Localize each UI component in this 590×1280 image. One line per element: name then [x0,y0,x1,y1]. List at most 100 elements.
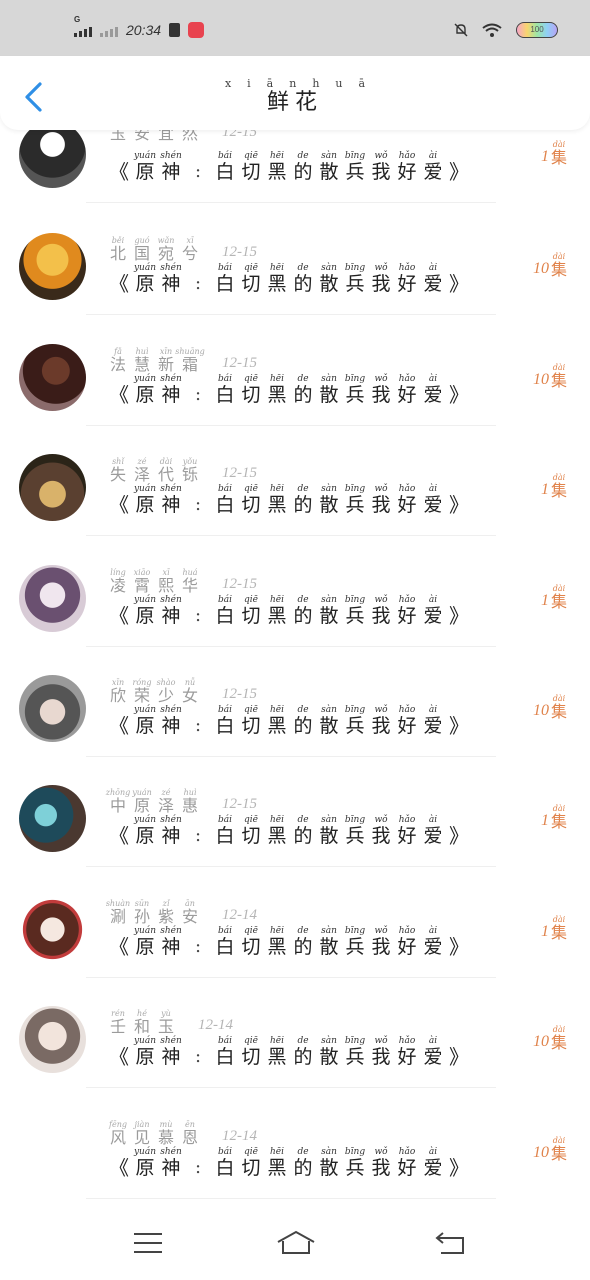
user-name: shuàn 涮 sūn 孙 zǐ 紫 ān 安 12-14 [106,899,257,926]
ruby-char: hǎo 好 [394,485,420,517]
divider [86,866,496,868]
avatar[interactable] [19,785,86,853]
episode-title: 《 yuán 原 shén 神: bái 白 qiē 切 hēi 黑 de 的 sàn 散 bīng 兵 wǒ 我 h… [106,705,472,738]
home-icon[interactable] [276,1229,316,1257]
ruby-char: qiē 切 [238,485,264,517]
open-quote: 《 [109,934,129,959]
ruby-char: dài 集 [550,584,568,611]
hanzi: 泽 [157,796,174,816]
hanzi: 霄 [133,575,150,595]
hanzi: 黑 [267,715,287,737]
pinyin: de [297,815,309,826]
pinyin: shén [160,1036,182,1047]
hanzi: 散 [319,1156,339,1179]
avatar[interactable] [19,1006,86,1074]
ruby-char: hēi 黑 [264,152,290,184]
hanzi: 白 [215,494,235,517]
ruby-char: wǒ 我 [368,925,394,958]
pinyin: bái [217,1146,232,1157]
hanzi: 兵 [345,1156,365,1179]
list-item[interactable]: fǎ 法 huì 慧 xīn 新 shuāng 霜 12-15 《 yuán 原 shén 神: bái 白 q… [0,339,590,449]
hanzi: 孙 [133,906,150,926]
close-quote: 》 [449,272,469,297]
list-item[interactable]: 玉安宜然 12-15 《 yuán 原 shén 神: bái 白 qiē 切 hēi 黑 de 的 sàn 散… [0,118,590,226]
ruby-char: dài 集 [550,140,568,167]
avatar[interactable] [19,564,86,632]
ruby-char: shén 神 [158,926,184,958]
episode-count: 1 dài 集 [541,140,568,167]
ruby-char: huì 惠 [178,788,202,815]
hanzi: 玉 [157,1017,174,1037]
status-bar: G 20:34 100 [0,0,590,62]
episode-list[interactable]: 玉安宜然 12-15 《 yuán 原 shén 神: bái 白 qiē 切 hēi 黑 de 的 sàn 散… [0,118,590,1204]
avatar[interactable] [19,121,86,188]
hanzi: 好 [397,1156,417,1179]
list-item[interactable]: zhōng 中 yuán 原 zé 泽 huì 惠 12-15 《 yuán 原 shén 神: bái 白 q… [0,780,590,890]
hanzi: 的 [293,715,313,737]
hanzi: 好 [397,1046,417,1069]
pinyin: wǒ [374,484,388,495]
list-item[interactable]: běi 北 guó 国 wǎn 宛 xī 兮 12-15 《 yuán 原 shén 神: bái 白 qiē 切… [0,228,590,338]
hanzi: 紫 [157,906,174,926]
pinyin: wǒ [374,925,388,936]
pinyin: sàn [321,373,337,384]
hanzi: 爱 [423,715,443,737]
pinyin: bīng [344,151,366,161]
list-item[interactable]: fēng 风 jiàn 见 mù 慕 ēn 恩 12-14 《 yuán 原 shén 神: bái 白 qiē… [0,1112,590,1204]
hanzi: 惠 [181,796,198,816]
hanzi: 神 [161,825,181,848]
list-item[interactable]: rén 壬 hé 和 yù 玉 12-14 《 yuán 原 shén 神: bái 白 qiē 切 hēi 黑 d… [0,1001,590,1111]
hanzi: 集 [550,260,567,280]
ruby-char: shén 神 [158,1036,184,1069]
hanzi: 欣 [109,686,126,705]
avatar[interactable] [19,343,86,411]
avatar[interactable] [19,675,86,742]
hanzi: 神 [161,1046,181,1069]
pinyin: sàn [321,925,337,936]
ruby-char: wǒ 我 [368,151,394,184]
episode-count: 10 dài 集 [533,252,568,279]
back-icon[interactable] [433,1229,467,1257]
list-item[interactable]: xīn 欣 róng 荣 shào 少 nǚ 女 12-15 《 yuán 原 shén 神: bái 白 qi… [0,670,590,780]
pinyin: bái [217,594,232,605]
hanzi: 神 [161,935,181,958]
ruby-char: bái 白 [212,706,238,738]
ruby-char: shén 神 [158,816,184,848]
divider [86,424,496,426]
hanzi: 黑 [267,825,287,848]
open-quote: 《 [109,603,129,628]
ruby-char: róng 荣 [130,678,154,705]
list-item[interactable]: shuàn 涮 sūn 孙 zǐ 紫 ān 安 12-14 《 yuán 原 shén 神: bái 白 qiē… [0,891,590,1001]
ruby-char: dài 集 [550,694,568,721]
ruby-char: hǎo 好 [394,595,420,627]
ruby-char: dài 集 [550,915,568,942]
pinyin: wǒ [374,705,388,715]
menu-icon[interactable] [131,1229,165,1257]
avatar[interactable] [19,233,86,301]
hanzi: 切 [241,1046,261,1069]
avatar[interactable] [19,895,86,963]
ruby-char: ài 爱 [420,595,446,627]
ruby-char: bīng 兵 [342,594,368,627]
pinyin: qiē [244,1146,258,1157]
list-item[interactable]: líng 凌 xiāo 霄 xī 熙 huá 华 12-15 《 yuán 原 shén 神: bái 白 qi… [0,560,590,670]
pinyin: bái [217,815,232,826]
open-quote: 《 [109,493,129,518]
ruby-char: sàn 散 [316,706,342,738]
pinyin: shén [160,151,182,161]
avatar[interactable] [19,454,86,522]
pinyin: wǒ [374,151,388,161]
list-item[interactable]: shǐ 失 zé 泽 dài 代 yǒu 铄 12-15 《 yuán 原 shén 神: bái 白 qiē 切… [0,449,590,559]
ruby-char: shén 神 [158,1147,184,1179]
ruby-char: líng 凌 [106,568,130,595]
hanzi: 原 [133,796,150,816]
ruby-char: qiē 切 [238,1146,264,1179]
close-quote: 》 [449,1155,469,1180]
title-colon: : [194,1046,202,1068]
pinyin: bīng [344,594,366,605]
ruby-char: yuán 原 [132,264,158,296]
ruby-char: bīng 兵 [342,374,368,406]
ruby-char: dài 集 [550,363,568,390]
hanzi: 爱 [423,383,443,406]
ruby-char: de 的 [290,595,316,627]
